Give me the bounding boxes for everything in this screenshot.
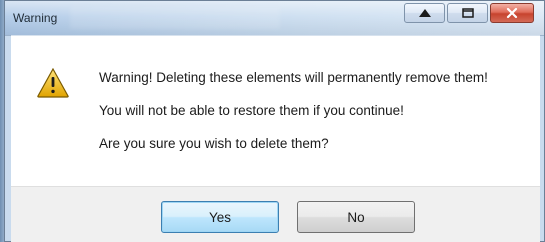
warning-triangle-icon — [37, 67, 69, 98]
close-icon — [504, 7, 520, 19]
button-bar: Yes No — [11, 186, 540, 242]
message-line-1: Warning! Deleting these elements will pe… — [99, 70, 488, 85]
message-line-2: You will not be able to restore them if … — [99, 103, 404, 118]
message-line-3: Are you sure you wish to delete them? — [99, 136, 329, 151]
message-area: Warning! Deleting these elements will pe… — [11, 36, 540, 186]
screen: Warning Warning! Deleting these elements… — [0, 0, 545, 242]
dialog-client-area: Warning! Deleting these elements will pe… — [11, 35, 540, 242]
close-button[interactable] — [490, 3, 534, 23]
titlebar[interactable]: Warning — [5, 1, 544, 36]
no-button[interactable]: No — [297, 201, 415, 233]
caption-buttons — [402, 3, 534, 25]
titlebar-glow — [70, 7, 280, 29]
yes-button[interactable]: Yes — [161, 201, 279, 233]
up-arrow-icon — [417, 7, 433, 19]
up-arrow-button[interactable] — [404, 3, 445, 23]
warning-dialog-window: Warning Warning! Deleting these elements… — [4, 0, 545, 242]
restore-button[interactable] — [447, 3, 488, 23]
restore-icon — [460, 7, 476, 19]
window-title: Warning — [13, 11, 58, 25]
